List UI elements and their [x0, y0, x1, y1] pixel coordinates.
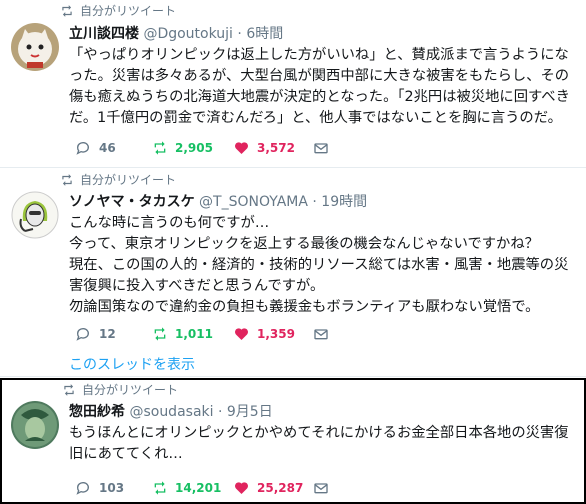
avatar[interactable]	[11, 191, 59, 239]
tweet-header: 立川談四楼 @Dgoutokuji · 6時間	[69, 24, 283, 44]
tweet-header: ソノヤマ・タカスケ @T_SONOYAMA · 19時間	[69, 192, 367, 212]
timestamp[interactable]: 6時間	[246, 26, 283, 42]
tweet-actions: 46 2,905 3,572	[69, 138, 369, 158]
display-name[interactable]: 立川談四楼	[69, 26, 139, 42]
reply-icon	[76, 482, 89, 495]
timestamp[interactable]: 19時間	[321, 194, 367, 210]
retweet-count: 1,011	[175, 327, 213, 341]
reply-count: 12	[99, 327, 116, 341]
display-name[interactable]: ソノヤマ・タカスケ	[69, 194, 195, 210]
retweet-icon	[64, 384, 74, 396]
tweet-text: もうほんとにオリンピックとかやめてそれにかけるお金全部日本各地の災害復旧にあてて…	[69, 425, 569, 462]
envelope-icon	[314, 329, 328, 340]
tweet[interactable]: 自分がリツイート 惣田紗希 @soudasaki · 9月5日 もうほんとにオリ…	[0, 378, 586, 504]
retweet-icon	[62, 5, 72, 17]
separator-dot: ·	[217, 404, 223, 420]
retweet-icon	[62, 174, 72, 186]
tweet-text: 「やっぱりオリンピックは返上した方がいいね」と、賛成派まで言うようになった。災害…	[69, 47, 570, 126]
reply-count: 46	[99, 141, 116, 155]
display-name[interactable]: 惣田紗希	[69, 404, 125, 420]
heart-icon	[234, 482, 249, 494]
show-thread-link[interactable]: このスレッドを表示	[69, 355, 195, 375]
avatar[interactable]	[11, 401, 59, 449]
like-count: 3,572	[257, 141, 295, 155]
envelope-icon	[314, 143, 328, 154]
reply-icon	[76, 328, 89, 341]
user-handle[interactable]: @T_SONOYAMA	[199, 194, 308, 210]
separator-dot: ·	[237, 26, 242, 42]
avatar[interactable]	[11, 23, 59, 71]
retweet-count: 2,905	[175, 141, 213, 155]
reply-count: 103	[99, 481, 125, 495]
tweet-actions: 103 14,201 25,287	[69, 478, 369, 498]
heart-icon	[234, 328, 249, 340]
tweet-actions: 12 1,011 1,359	[69, 324, 369, 344]
reply-icon	[76, 142, 89, 155]
retweet-label: 自分がリツイート	[80, 173, 177, 187]
heart-icon	[234, 142, 249, 154]
user-handle[interactable]: @Dgoutokuji	[143, 26, 233, 42]
retweet-icon	[154, 481, 166, 495]
like-count: 25,287	[257, 481, 304, 495]
user-handle[interactable]: @soudasaki	[129, 404, 213, 420]
retweet-icon	[154, 141, 166, 155]
tweet-header: 惣田紗希 @soudasaki · 9月5日	[69, 402, 273, 422]
retweet-label: 自分がリツイート	[82, 383, 179, 397]
envelope-icon	[314, 483, 328, 494]
like-count: 1,359	[257, 327, 295, 341]
tweet[interactable]: 自分がリツイート 立川談四楼 @Dgoutokuji · 6時間 「やっぱりオリ…	[0, 0, 586, 168]
tweet[interactable]: 自分がリツイート ソノヤマ・タカスケ @T_SONOYAMA · 19時間 こん…	[0, 169, 586, 377]
tweet-text: こんな時に言うのも何ですが… 今って、東京オリンピックを返上する最後の機会なんじ…	[69, 215, 569, 315]
retweet-label: 自分がリツイート	[80, 4, 177, 18]
retweet-count: 14,201	[175, 481, 222, 495]
retweet-icon	[154, 327, 166, 341]
separator-dot: ·	[312, 194, 317, 210]
timestamp[interactable]: 9月5日	[227, 404, 273, 420]
